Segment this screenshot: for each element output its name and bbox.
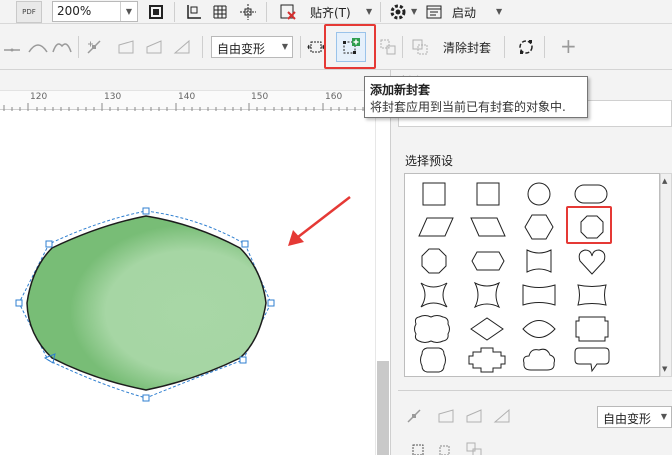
launch-menu[interactable]: 启动 [452,4,476,21]
preset-shapes [414,182,610,373]
add-preset-button[interactable]: + [560,34,577,58]
tooltip-description: 将封套应用到当前已有封套的对象中. [370,100,566,114]
preset-speech-bubble[interactable] [574,347,610,373]
preset-square-2[interactable] [476,182,500,206]
separator [544,36,545,58]
add-new-envelope-icon[interactable] [436,440,456,455]
preset-parallelogram-right[interactable] [470,217,506,237]
preset-bumpy-rect[interactable] [414,315,450,343]
node-shape-3-icon[interactable] [492,406,512,426]
separator [504,36,505,58]
chevron-down-icon: ▼ [496,7,503,16]
chevron-down-icon: ▼ [411,7,418,16]
preset-wave-rect[interactable] [522,284,556,306]
docker-mode-select[interactable]: 自由变形 ▼ [597,406,672,428]
preset-octagon[interactable] [421,248,447,274]
preset-scrollbar[interactable]: ▲ ▼ [660,173,672,377]
separator [402,36,403,58]
preset-scalloped-square[interactable] [420,347,446,373]
envelope-shape[interactable] [26,215,267,391]
clear-envelope-button[interactable]: 清除封套 [443,39,491,56]
preset-rounded-rect[interactable] [574,184,608,204]
preset-concave-star[interactable] [420,282,448,308]
preset-cross[interactable] [468,347,506,373]
tooltip-add-new-envelope: 添加新封套 将封套应用到当前已有封套的对象中. [364,76,588,118]
preset-hexagon[interactable] [524,214,554,240]
preset-star4[interactable] [473,281,501,309]
preset-parallelogram-left[interactable] [418,217,454,237]
annotation-arrow [288,196,351,246]
node-shape-2-icon[interactable] [464,406,484,426]
preset-cloud[interactable] [523,348,555,371]
highlight-box-selected-preset [566,206,612,244]
preset-square[interactable] [422,182,446,206]
preset-circle[interactable] [527,182,551,206]
preset-grid [404,173,660,377]
launch-app-icon[interactable] [424,2,444,22]
tooltip-title: 添加新封套 [370,83,431,97]
scroll-up-icon[interactable]: ▲ [662,177,667,185]
envelope-object-svg [15,196,351,402]
gear-icon[interactable] [388,2,408,22]
create-from-object-icon[interactable] [464,440,484,455]
add-node-icon[interactable] [404,406,424,426]
preset-diamond[interactable] [470,317,504,341]
scroll-down-icon[interactable]: ▼ [662,365,667,373]
preset-soft-rect[interactable] [577,284,607,306]
envelope-copy-icon[interactable] [408,440,428,455]
preset-lens[interactable] [522,320,556,338]
chevron-down-icon: ▼ [660,412,667,421]
preset-notched-rect[interactable] [575,316,609,342]
separator [398,390,672,391]
clear-envelope-icon[interactable] [410,37,430,57]
presets-label: 选择预设 [405,154,454,168]
docker-mode-value: 自由变形 [603,412,652,426]
preset-tag[interactable] [471,251,505,271]
preset-wave-flag[interactable] [526,249,552,273]
node-shape-1-icon[interactable] [436,406,456,426]
preset-heart[interactable] [578,249,606,275]
convert-to-curves-icon[interactable] [516,37,536,57]
